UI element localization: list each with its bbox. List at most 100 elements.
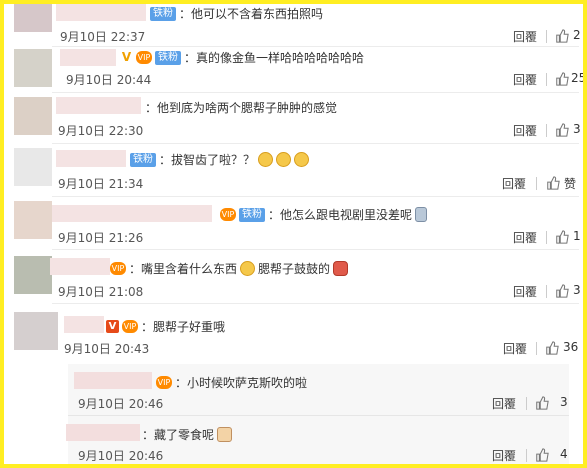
divider xyxy=(546,30,547,43)
verified-icon: V xyxy=(121,50,132,64)
username[interactable] xyxy=(56,4,146,21)
emoji-face-icon xyxy=(240,261,256,276)
avatar[interactable] xyxy=(14,97,52,135)
timestamp: 9月10日 21:08 xyxy=(58,285,144,299)
comment-panel: 铁粉 ：他可以不含着东西拍照吗 9月10日 22:37 回覆 2 V VIP 铁… xyxy=(0,0,587,468)
emoji-figure-icon xyxy=(415,207,428,222)
vip-icon: VIP xyxy=(220,208,236,221)
comment-text: ：他到底为啥两个腮帮子肿肿的感觉 xyxy=(145,101,338,115)
timestamp: 9月10日 22:30 xyxy=(58,124,144,138)
reply-button[interactable]: 回覆 xyxy=(513,28,537,45)
reply-text: ：藏了零食呢 xyxy=(142,428,215,442)
comment-text: ：拔智齿了啦？？ xyxy=(159,153,256,167)
emoji-drum-icon xyxy=(333,261,349,276)
comment-item: V VIP 铁粉 ：真的像金鱼一样哈哈哈哈哈哈哈 9月10日 20:44 回覆 … xyxy=(8,47,583,93)
like-count: 1 xyxy=(573,229,581,243)
like-count: 36 xyxy=(563,340,579,354)
like-count: 3 xyxy=(560,395,568,409)
reply-text: ：小时候吹萨克斯吹的啦 xyxy=(175,376,308,390)
thumbs-up-icon[interactable] xyxy=(535,396,549,410)
timestamp: 9月10日 21:26 xyxy=(58,231,144,245)
username[interactable] xyxy=(74,372,152,389)
timestamp: 9月10日 20:44 xyxy=(66,73,152,87)
reply-button[interactable]: 回覆 xyxy=(492,447,516,464)
comment-item: VIP 铁粉 ：他怎么跟电视剧里没差呢 9月10日 21:26 回覆 1 xyxy=(8,197,581,250)
divider xyxy=(536,177,537,190)
comment-item: VIP ：嘴里含着什么东西 腮帮子鼓鼓的 9月10日 21:08 回覆 3 xyxy=(8,250,581,304)
like-count: 2 xyxy=(573,28,581,42)
thumbs-up-icon[interactable] xyxy=(555,123,569,137)
username[interactable] xyxy=(64,316,104,333)
avatar[interactable] xyxy=(14,4,52,32)
reply-button[interactable]: 回覆 xyxy=(513,122,537,139)
avatar[interactable] xyxy=(14,312,58,350)
timestamp: 9月10日 22:37 xyxy=(60,30,146,44)
username[interactable] xyxy=(66,424,140,441)
comment-item: V VIP ：腮帮子好重哦 9月10日 20:43 回覆 36 VIP ：小时候… xyxy=(8,304,579,464)
like-count: 3 xyxy=(573,122,581,136)
fan-badge: 铁粉 xyxy=(150,6,176,21)
emoji-face-icon xyxy=(276,152,292,167)
reply-button[interactable]: 回覆 xyxy=(513,229,537,246)
reply-button[interactable]: 回覆 xyxy=(492,395,516,412)
thumbs-up-icon[interactable] xyxy=(535,448,549,462)
comment-text: ：嘴里含着什么东西 xyxy=(129,262,238,276)
comment-text-2: 腮帮子鼓鼓的 xyxy=(258,262,331,276)
reply-button[interactable]: 回覆 xyxy=(502,175,526,192)
reply-list: VIP ：小时候吹萨克斯吹的啦 9月10日 20:46 回覆 3 ：藏了零食呢 … xyxy=(66,364,569,464)
verified-icon: V xyxy=(106,320,119,333)
avatar[interactable] xyxy=(14,49,52,87)
reply-item: ：藏了零食呢 9月10日 20:46 回覆 4 xyxy=(66,416,569,464)
like-count: 4 xyxy=(560,447,568,461)
fan-badge: 铁粉 xyxy=(130,152,156,167)
vip-icon: VIP xyxy=(156,376,172,389)
divider xyxy=(526,449,527,462)
like-count: 25 xyxy=(571,71,587,85)
comment-item: 铁粉 ：拔智齿了啦？？ 9月10日 21:34 回覆 赞 xyxy=(8,144,579,197)
divider xyxy=(546,231,547,244)
like-count: 3 xyxy=(573,283,581,297)
comment-text: ：他可以不含着东西拍照吗 xyxy=(179,7,324,21)
reply-item: VIP ：小时候吹萨克斯吹的啦 9月10日 20:46 回覆 3 xyxy=(68,364,569,416)
avatar[interactable] xyxy=(14,256,52,294)
thumbs-up-icon[interactable] xyxy=(555,29,569,43)
divider xyxy=(526,397,527,410)
divider xyxy=(546,285,547,298)
comment-text: ：他怎么跟电视剧里没差呢 xyxy=(268,208,413,222)
reply-button[interactable]: 回覆 xyxy=(513,283,537,300)
like-count: 赞 xyxy=(564,177,577,191)
thumbs-up-icon[interactable] xyxy=(555,284,569,298)
username[interactable] xyxy=(56,97,141,114)
username[interactable] xyxy=(56,150,126,167)
divider xyxy=(546,73,547,86)
thumbs-up-icon[interactable] xyxy=(546,176,560,190)
vip-icon: VIP xyxy=(110,262,126,275)
comment-text: ：真的像金鱼一样哈哈哈哈哈哈哈 xyxy=(184,51,365,65)
fan-badge: 铁粉 xyxy=(155,50,181,65)
thumbs-up-icon[interactable] xyxy=(545,341,559,355)
reply-button[interactable]: 回覆 xyxy=(503,340,527,357)
timestamp: 9月10日 21:34 xyxy=(58,177,144,191)
username[interactable] xyxy=(52,205,212,222)
avatar[interactable] xyxy=(14,148,52,186)
emoji-face-icon xyxy=(258,152,274,167)
comment-item: ：他到底为啥两个腮帮子肿肿的感觉 9月10日 22:30 回覆 3 xyxy=(8,93,581,144)
avatar[interactable] xyxy=(14,201,52,239)
comment-text: ：腮帮子好重哦 xyxy=(141,320,226,334)
thumbs-up-icon[interactable] xyxy=(555,72,569,86)
divider xyxy=(536,342,537,355)
timestamp: 9月10日 20:43 xyxy=(64,342,150,356)
timestamp: 9月10日 20:46 xyxy=(78,397,164,411)
vip-icon: VIP xyxy=(122,320,138,333)
username[interactable] xyxy=(50,258,110,275)
divider xyxy=(546,124,547,137)
emoji-face-icon xyxy=(294,152,310,167)
username[interactable] xyxy=(60,49,116,66)
vip-icon: VIP xyxy=(136,51,152,64)
thumbs-up-icon[interactable] xyxy=(555,230,569,244)
comment-item: 铁粉 ：他可以不含着东西拍照吗 9月10日 22:37 回覆 2 xyxy=(8,4,581,47)
reply-button[interactable]: 回覆 xyxy=(513,71,537,88)
timestamp: 9月10日 20:46 xyxy=(78,449,164,463)
fan-badge: 铁粉 xyxy=(239,207,265,222)
emoji-cat-icon xyxy=(217,427,233,442)
